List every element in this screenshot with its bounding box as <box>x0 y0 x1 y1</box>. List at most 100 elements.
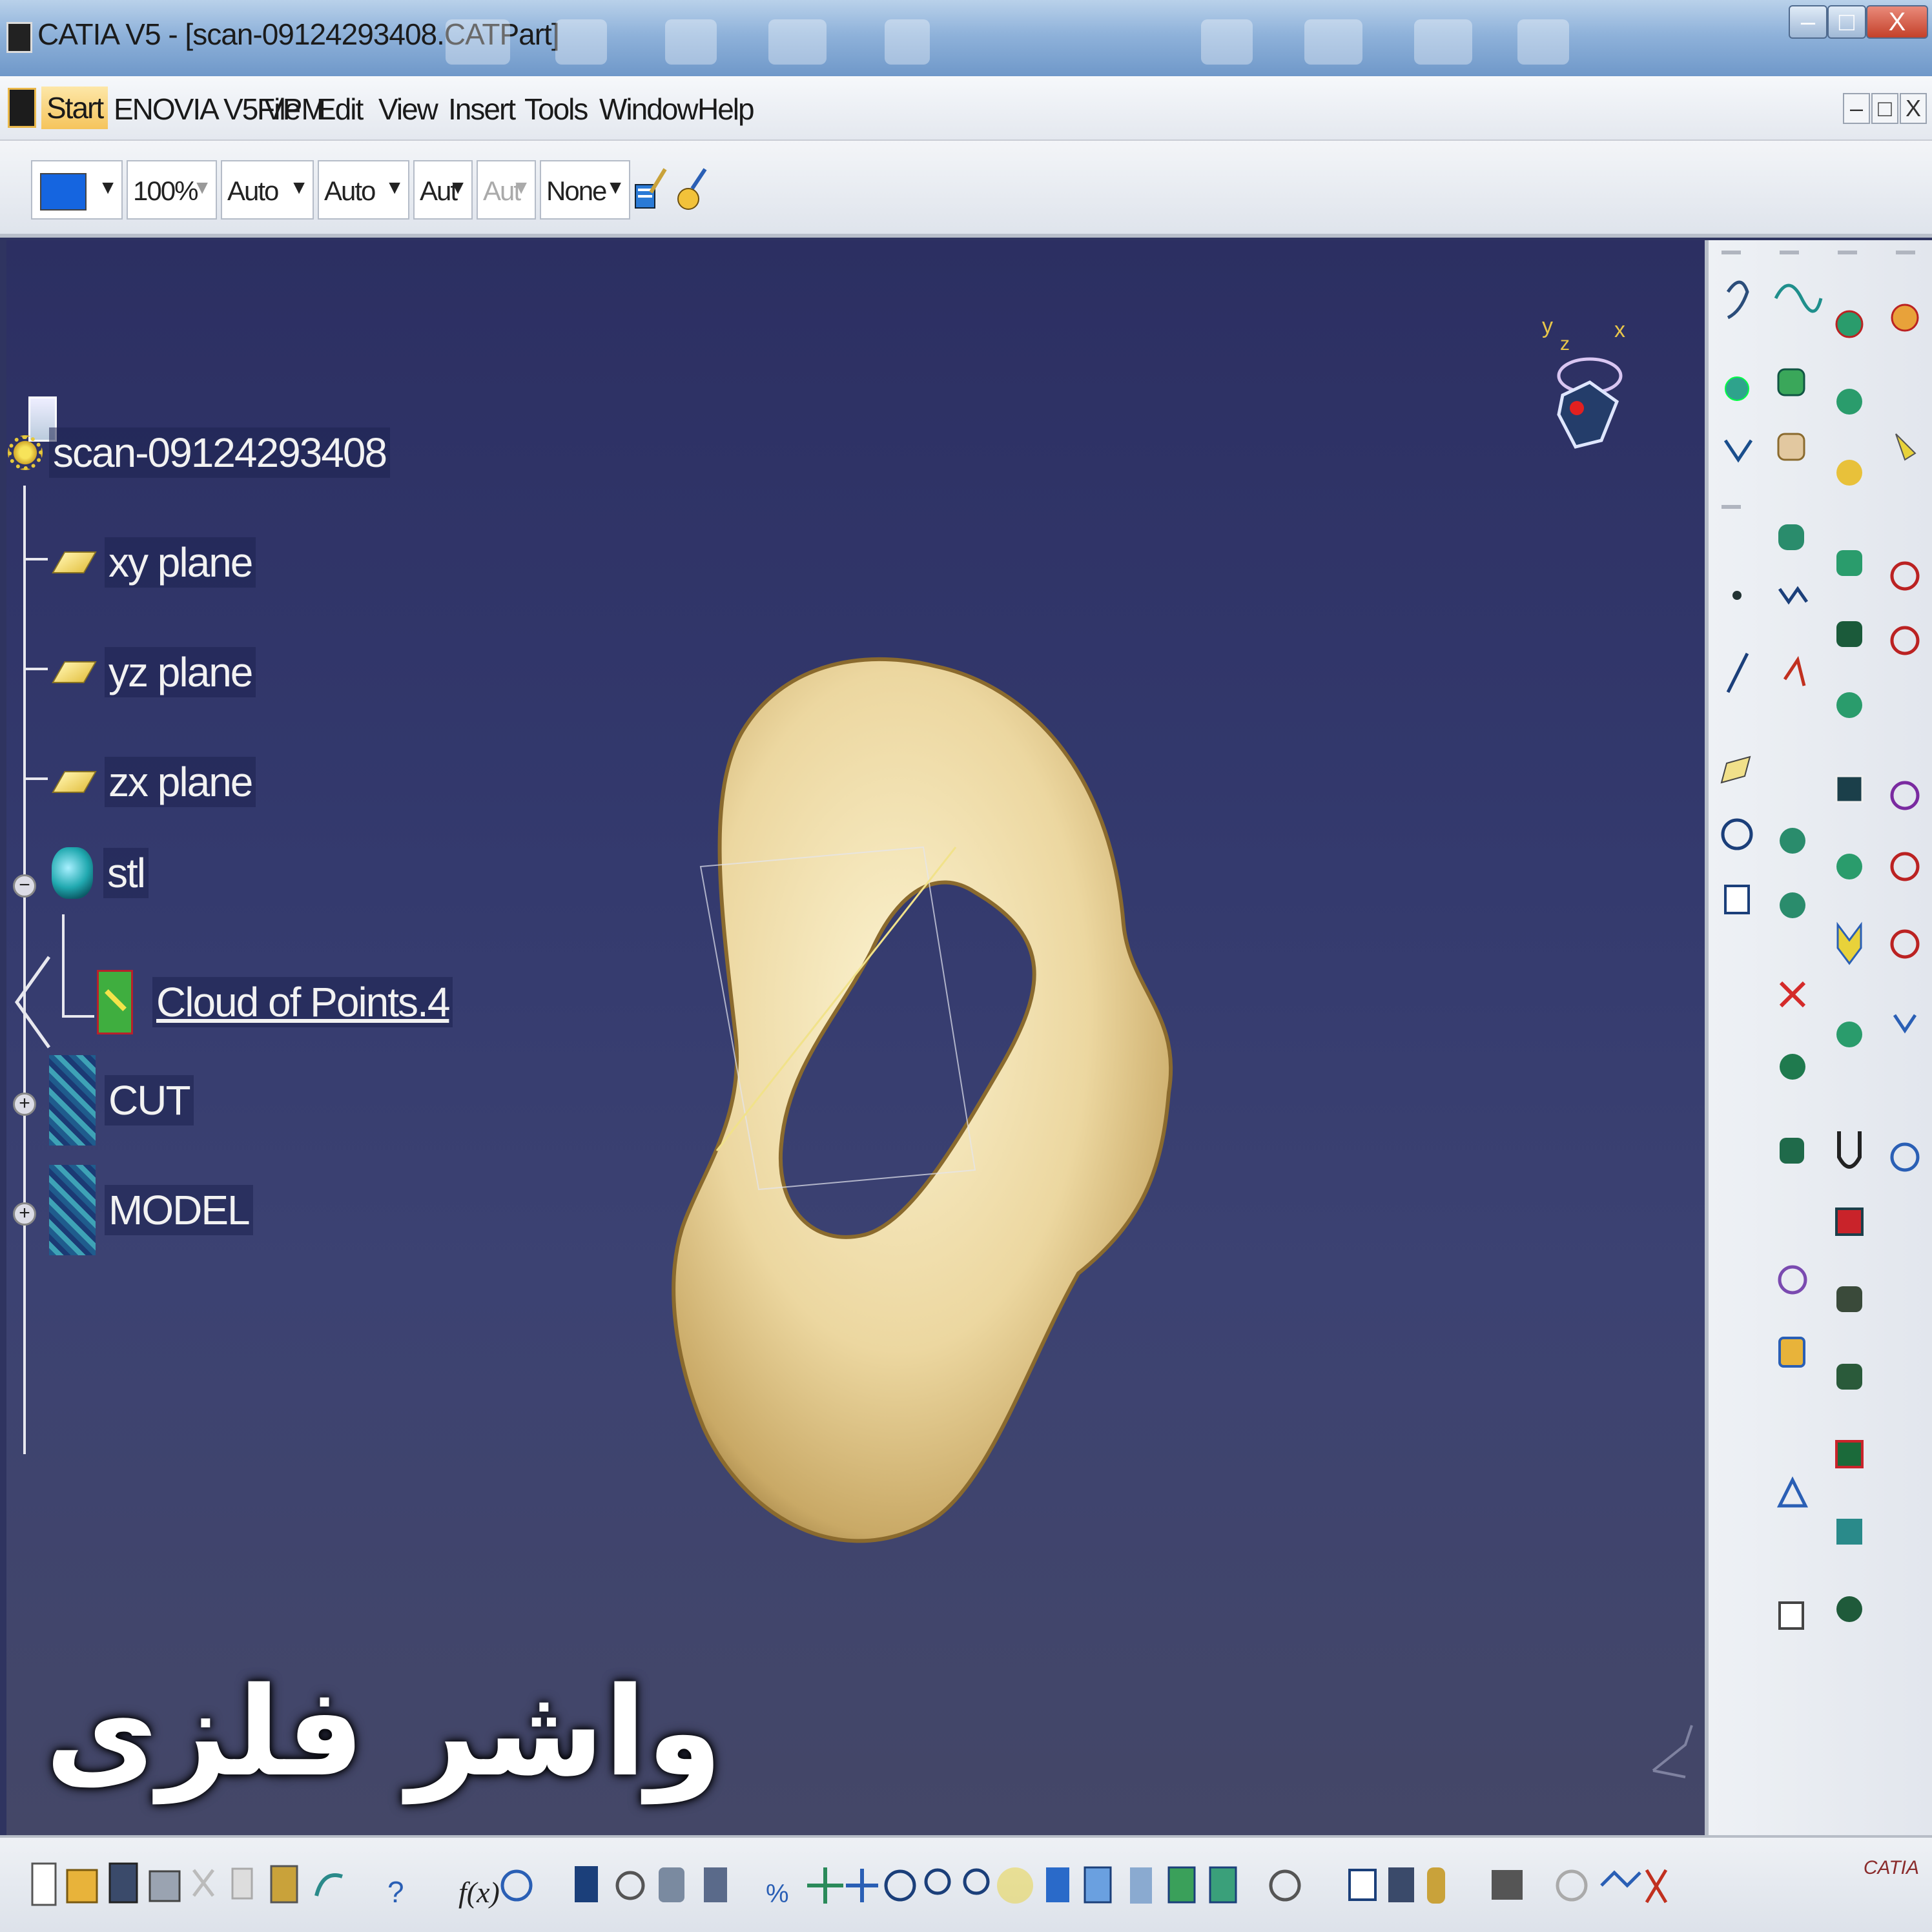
cone-icon <box>1890 852 1920 881</box>
title-bar: CATIA V5 - [scan-09124293408.CATPart] – … <box>0 0 1932 76</box>
tree-node-root[interactable]: scan-09124293408 <box>8 427 391 478</box>
background-blur <box>555 19 607 65</box>
chevron-left-icon <box>14 956 51 1049</box>
workbench-tool-icons <box>1720 251 1920 1630</box>
collapse-toggle[interactable]: − <box>13 874 36 898</box>
analysis-icon <box>1778 1265 1807 1295</box>
transparency-combo[interactable]: 100% ▼ <box>127 160 217 220</box>
cloud-import-icon <box>1835 310 1864 338</box>
menu-view[interactable]: View <box>378 92 438 127</box>
tree-label: MODEL <box>105 1185 253 1235</box>
tree-node-model[interactable]: MODEL <box>49 1165 253 1255</box>
plane-icon <box>52 661 97 683</box>
standard-toolbar: ? f(x) % CATIA <box>0 1835 1932 1932</box>
plane-icon <box>52 771 97 793</box>
axis-label-y: y <box>1542 314 1553 338</box>
fit-icon <box>1893 1014 1917 1034</box>
menu-bar: Start ENOVIA V5 VPM File Edit View Inser… <box>0 76 1932 141</box>
close-button[interactable]: X <box>1866 5 1928 39</box>
layer-combo[interactable]: None ▼ <box>540 160 630 220</box>
cylinder-icon <box>1890 626 1920 655</box>
menu-edit[interactable]: Edit <box>316 92 364 127</box>
thickness-combo[interactable]: Auto ▼ <box>318 160 409 220</box>
linetype-value: Auto <box>227 176 279 206</box>
zoom-out-icon <box>963 1868 990 1895</box>
doc-minimize-button[interactable]: – <box>1843 93 1870 124</box>
workbench-toolbar-panel <box>1705 240 1932 1835</box>
catia-brand-logo: CATIA <box>1863 1857 1919 1878</box>
compass-axis-icon[interactable]: y z x <box>1537 311 1640 453</box>
render-icon <box>1836 1286 1862 1312</box>
tree-connector <box>26 777 48 780</box>
washer-mesh[interactable] <box>665 653 1182 1596</box>
menu-window[interactable]: Window <box>599 92 699 127</box>
cloud-of-points-icon <box>97 970 133 1034</box>
expand-toggle[interactable]: + <box>13 1093 36 1116</box>
sketch-analysis-icon <box>1600 1870 1641 1888</box>
dropdown-arrow-icon: ▼ <box>606 177 625 198</box>
toolbar-col-3 <box>1835 251 1864 1622</box>
fill-icon <box>1780 892 1805 918</box>
tree-root-label: scan-09124293408 <box>49 427 391 478</box>
point-symbol-combo[interactable]: Aut ▼ <box>413 160 473 220</box>
tree-connector <box>26 558 48 560</box>
dropdown-arrow-icon: ▼ <box>192 177 212 198</box>
feature-icon <box>1890 929 1920 959</box>
menu-file[interactable]: File <box>257 92 301 127</box>
mesh-tool-icon <box>1777 368 1805 396</box>
hide-show-icon <box>1167 1866 1196 1904</box>
tree-connector <box>62 914 65 1015</box>
rotate-view-icon <box>884 1869 916 1902</box>
tree-node-yz-plane[interactable]: yz plane <box>52 647 256 697</box>
table-icon <box>575 1866 598 1902</box>
mesh-creation-icon <box>1836 550 1862 576</box>
dropdown-arrow-icon: ▼ <box>98 177 118 198</box>
cut-icon <box>192 1869 214 1897</box>
linetype-combo[interactable]: Auto ▼ <box>221 160 314 220</box>
menu-start[interactable]: Start <box>41 87 108 129</box>
graphic-properties-toolbar: ▼ 100% ▼ Auto ▼ Auto ▼ Aut ▼ Aut ▼ None … <box>0 141 1932 238</box>
split-icon <box>1780 1054 1805 1080</box>
color-swatch <box>40 173 87 211</box>
tree-label: xy plane <box>105 537 256 588</box>
maximize-button[interactable]: □ <box>1827 5 1866 39</box>
doc-close-button[interactable]: X <box>1900 93 1927 124</box>
print-icon <box>149 1870 181 1902</box>
doc-restore-button[interactable]: □ <box>1871 93 1898 124</box>
triangle-icon <box>1836 921 1862 965</box>
graphic-properties-wizard-icon[interactable] <box>673 167 709 212</box>
expand-toggle[interactable]: + <box>13 1202 36 1226</box>
measure-between-icon <box>1348 1869 1377 1901</box>
tree-node-xy-plane[interactable]: xy plane <box>52 537 256 588</box>
minimize-button[interactable]: – <box>1789 5 1827 39</box>
wave-icon <box>1774 283 1823 313</box>
fit-all-icon <box>807 1867 843 1904</box>
menu-insert[interactable]: Insert <box>448 92 516 127</box>
color-combo[interactable]: ▼ <box>31 160 123 220</box>
multi-view-icon <box>1046 1867 1069 1902</box>
toolbar-col-4 <box>1890 251 1920 1172</box>
tree-connector <box>26 668 48 670</box>
knowledge-icon <box>500 1869 533 1902</box>
tree-node-stl[interactable]: stl <box>52 847 149 899</box>
menu-help[interactable]: Help <box>697 92 755 127</box>
tree-node-cut[interactable]: CUT <box>49 1055 194 1146</box>
color-map-icon <box>1835 1440 1864 1468</box>
catia-logo-icon[interactable] <box>8 88 36 128</box>
tree-node-zx-plane[interactable]: zx plane <box>52 757 256 807</box>
specification-tree: scan-09124293408 xy plane yz plane zx pl… <box>6 240 458 1454</box>
tree-node-cloud-of-points[interactable]: Cloud of Points.4 <box>97 970 453 1034</box>
layer-filter-combo: Aut ▼ <box>477 160 536 220</box>
menu-tools[interactable]: Tools <box>524 92 588 127</box>
background-blur <box>665 19 717 65</box>
tree-expand-icon <box>615 1871 645 1900</box>
thickness-value: Auto <box>324 176 376 206</box>
dropdown-arrow-icon: ▼ <box>289 177 309 198</box>
apply-material-icon <box>1492 1870 1523 1900</box>
3d-viewport[interactable]: scan-09124293408 xy plane yz plane zx pl… <box>6 240 1705 1835</box>
painter-brush-icon[interactable] <box>633 167 669 212</box>
background-blur <box>1517 19 1569 65</box>
body-mesh-icon <box>49 1165 96 1255</box>
axis-label-x: x <box>1614 318 1625 342</box>
plane-tool-icon <box>1720 755 1751 784</box>
